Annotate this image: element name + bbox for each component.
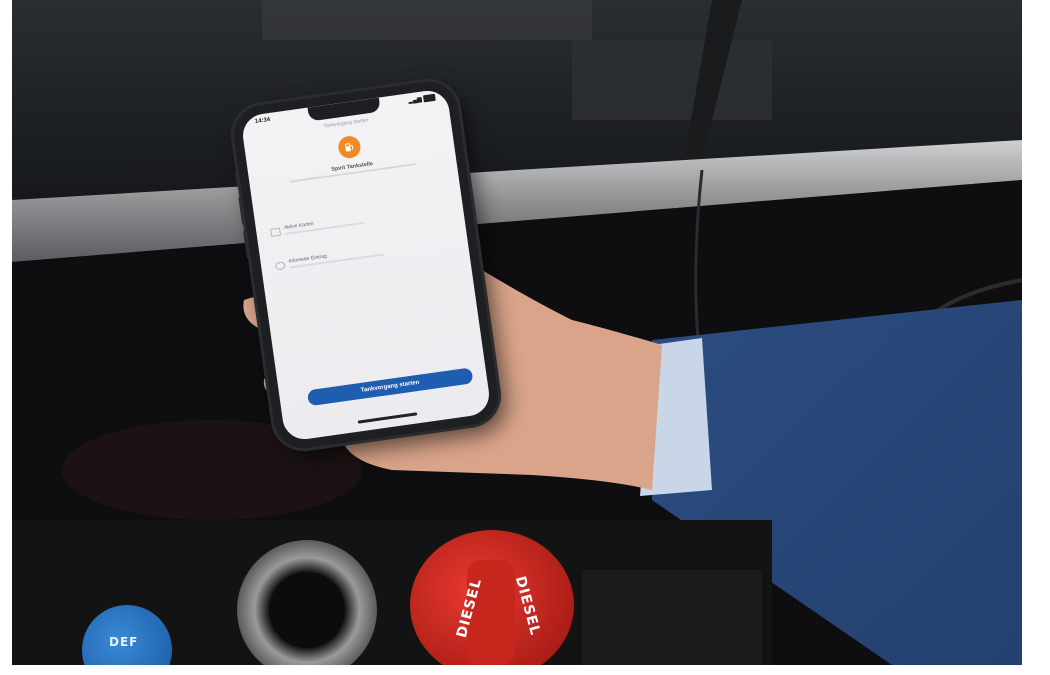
card-icon	[270, 227, 282, 237]
fuel-pump-icon	[337, 134, 362, 160]
photo: DIESEL DIESEL DEF 14:34 ▂▄▆ Tankvorgang …	[12, 0, 1022, 665]
status-icons: ▂▄▆	[408, 93, 436, 105]
odometer-icon	[274, 261, 286, 271]
smartphone: 14:34 ▂▄▆ Tankvorgang starten Spirit Tan…	[230, 77, 502, 453]
list-item-odometer[interactable]: Kilometer Eintrag	[274, 235, 455, 278]
start-fueling-button[interactable]: Tankvorgang starten	[306, 367, 474, 407]
list-item-cards[interactable]: Aktive Karten	[270, 201, 451, 244]
phone-screen: 14:34 ▂▄▆ Tankvorgang starten Spirit Tan…	[240, 88, 492, 442]
status-time: 14:34	[254, 116, 271, 126]
filler-bracket	[582, 570, 762, 665]
battery-icon	[422, 93, 436, 103]
car-scene	[12, 0, 1022, 665]
signal-icon: ▂▄▆	[408, 96, 423, 105]
home-indicator[interactable]	[357, 412, 418, 424]
def-cap-label: DEF	[109, 635, 139, 649]
